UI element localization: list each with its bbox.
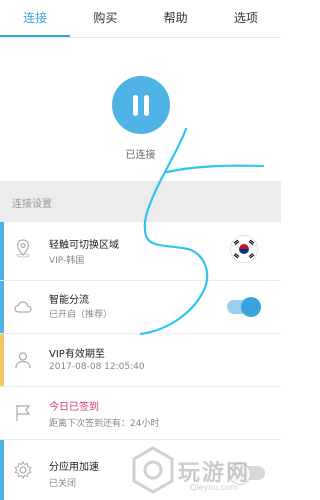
smart-split-title: 智能分流 — [49, 295, 89, 306]
row-stripe — [0, 334, 4, 386]
pause-connection-button[interactable] — [112, 76, 170, 134]
location-pin-icon — [16, 239, 30, 258]
app-window: 连接 购买 帮助 选项 已连接 连接设置 轻触可切换区域 VIP-韩国 智能分流… — [0, 0, 281, 500]
region-row[interactable]: 轻触可切换区域 VIP-韩国 — [0, 222, 281, 281]
app-accel-subtitle: 已关闭 — [49, 479, 77, 489]
section-title: 连接设置 — [12, 199, 52, 210]
checkin-row[interactable]: 今日已签到 距离下次签到还有：24小时 — [0, 387, 281, 440]
row-stripe — [0, 222, 4, 280]
tab-options[interactable]: 选项 — [211, 0, 281, 37]
toggle-knob — [241, 297, 261, 317]
user-icon — [15, 352, 31, 369]
smart-split-toggle[interactable] — [227, 297, 261, 317]
app-accel-title: 分应用加速 — [49, 462, 99, 473]
tab-help[interactable]: 帮助 — [141, 0, 211, 37]
cloud-icon — [14, 301, 32, 313]
smart-split-row[interactable]: 智能分流 已开启（推荐） — [0, 281, 281, 334]
vip-expiry-title: VIP有效期至 — [49, 349, 105, 360]
tab-connect[interactable]: 连接 — [0, 0, 71, 37]
connection-status: 已连接 — [125, 150, 156, 161]
toggle-knob — [229, 463, 251, 485]
vip-expiry-row: VIP有效期至 2017-08-08 12:05:40 — [0, 334, 281, 387]
flag-icon — [16, 405, 31, 421]
section-header: 连接设置 — [0, 181, 281, 222]
row-stripe — [0, 440, 4, 500]
checkin-subtitle: 距离下次签到还有：24小时 — [49, 419, 160, 429]
pause-icon-bar-left — [133, 94, 138, 116]
checkin-title: 今日已签到 — [49, 402, 99, 413]
tab-divider — [0, 37, 281, 38]
pause-icon-bar-right — [144, 94, 149, 116]
app-accel-row[interactable]: 分应用加速 已关闭 — [0, 440, 281, 500]
vip-expiry-date: 2017-08-08 12:05:40 — [49, 362, 145, 372]
tab-buy[interactable]: 购买 — [70, 0, 140, 37]
smart-split-subtitle: 已开启（推荐） — [49, 310, 113, 320]
tab-bar: 连接 购买 帮助 选项 — [0, 0, 281, 37]
region-title: 轻触可切换区域 — [49, 240, 119, 251]
gear-icon — [14, 461, 32, 479]
region-subtitle: VIP-韩国 — [49, 256, 85, 266]
korea-flag-icon — [230, 235, 258, 263]
row-stripe — [0, 281, 4, 333]
app-accel-toggle[interactable] — [229, 463, 265, 485]
